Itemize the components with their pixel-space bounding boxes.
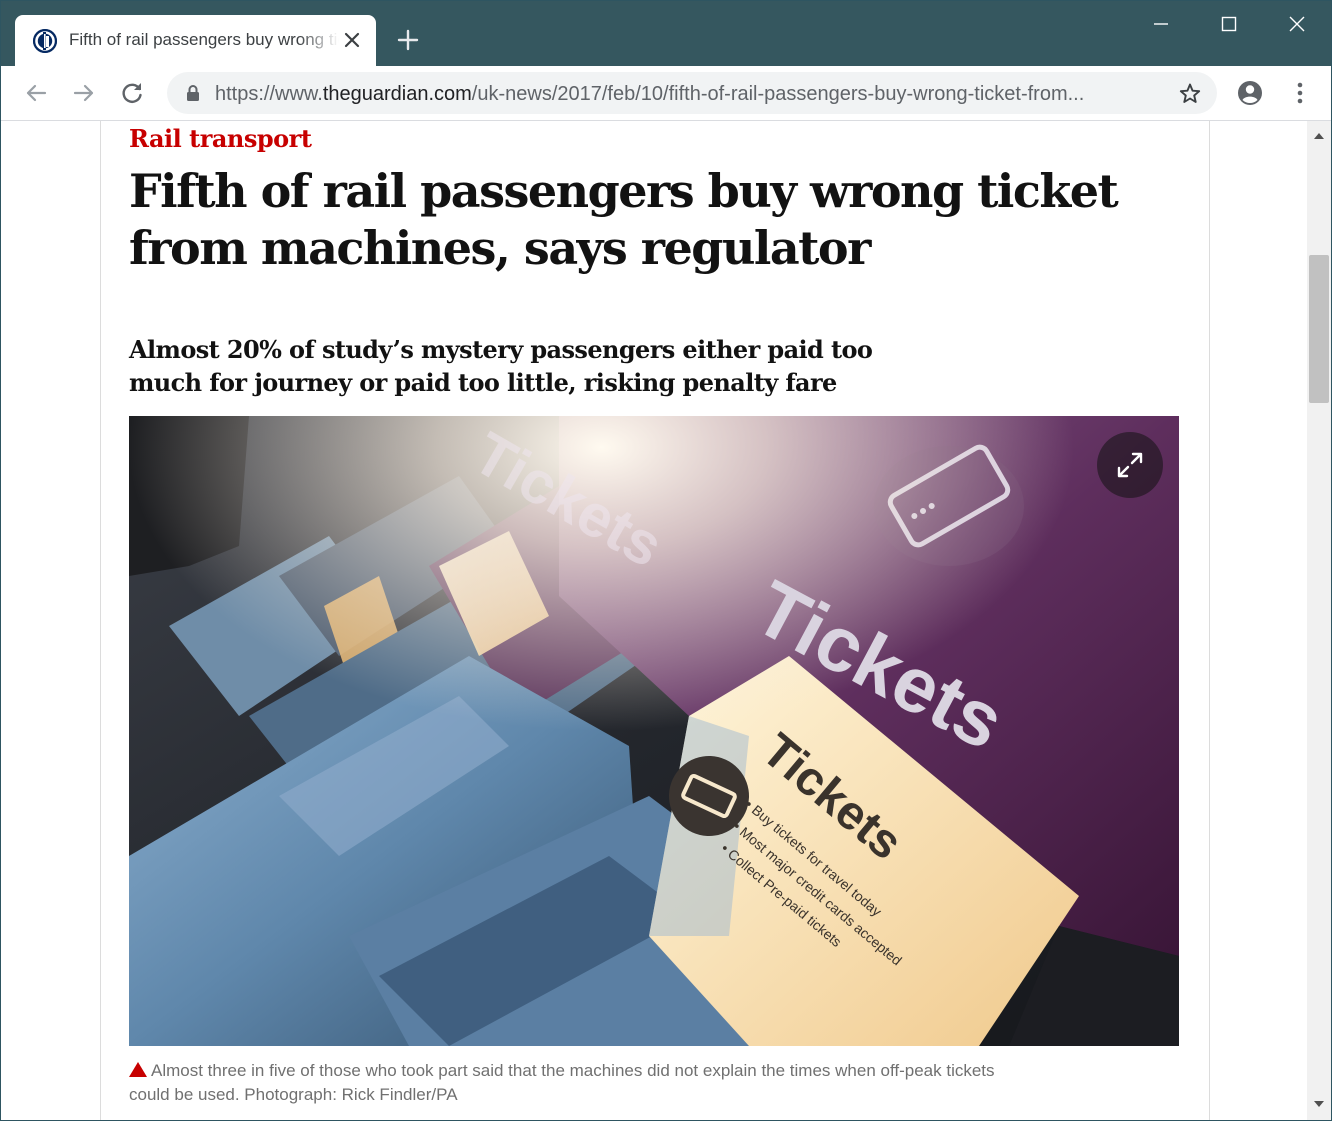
ticket-machines-photo: Tickets Tickets Tickets • Buy tickets fo… (129, 416, 1179, 1046)
address-bar[interactable]: https://www.theguardian.com/uk-news/2017… (167, 72, 1217, 114)
caption-triangle-icon (129, 1062, 147, 1077)
guardian-favicon-icon (33, 29, 57, 53)
section-kicker-link[interactable]: Rail transport (129, 124, 312, 153)
article-headline: Fifth of rail passengers buy wrong ticke… (129, 164, 1119, 275)
minimize-icon[interactable] (1138, 9, 1184, 39)
browser-tab[interactable]: Fifth of rail passengers buy wrong ticke… (15, 15, 376, 66)
window-close-icon[interactable] (1274, 9, 1320, 39)
browser-toolbar: https://www.theguardian.com/uk-news/2017… (1, 66, 1331, 121)
caption-text: Almost three in five of those who took p… (129, 1061, 995, 1104)
tab-title: Fifth of rail passengers buy wrong ticke… (69, 30, 339, 49)
url-text[interactable]: https://www.theguardian.com/uk-news/2017… (215, 82, 1165, 106)
lock-icon[interactable] (183, 83, 203, 103)
maximize-icon[interactable] (1206, 9, 1252, 39)
page-viewport: Rail transport Fifth of rail passengers … (1, 121, 1307, 1120)
forward-arrow-icon[interactable] (69, 78, 99, 108)
scrollbar-thumb[interactable] (1309, 255, 1329, 403)
title-bar: Fifth of rail passengers buy wrong ticke… (1, 1, 1331, 66)
url-prefix: https://www. (215, 83, 323, 105)
scroll-down-arrow-icon[interactable] (1307, 1095, 1331, 1113)
url-host: theguardian.com (322, 83, 472, 105)
article-main-photo[interactable]: Tickets Tickets Tickets • Buy tickets fo… (129, 416, 1179, 1046)
photo-caption: Almost three in five of those who took p… (129, 1059, 1029, 1107)
back-arrow-icon[interactable] (21, 78, 51, 108)
browser-window: Fifth of rail passengers buy wrong ticke… (0, 0, 1332, 1121)
tab-close-icon[interactable] (339, 27, 365, 53)
reload-icon[interactable] (117, 78, 147, 108)
new-tab-plus-icon[interactable] (393, 27, 423, 53)
url-path: /uk-news/2017/feb/10/fifth-of-rail-passe… (471, 83, 1085, 105)
vertical-scrollbar[interactable] (1307, 121, 1331, 1120)
bookmark-star-icon[interactable] (1177, 81, 1203, 107)
expand-arrows-icon[interactable] (1097, 432, 1163, 498)
more-vert-icon[interactable] (1285, 78, 1315, 108)
article-standfirst: Almost 20% of study’s mystery passengers… (129, 335, 873, 397)
scroll-up-arrow-icon[interactable] (1307, 127, 1331, 145)
account-icon[interactable] (1235, 78, 1265, 108)
